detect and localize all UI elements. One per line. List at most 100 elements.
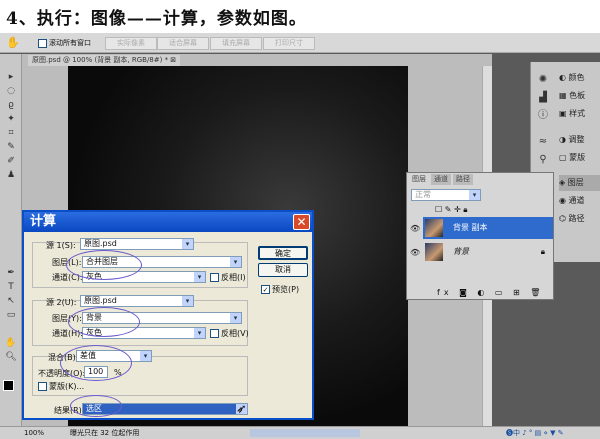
dock-layers[interactable]: ◈ 图层 — [559, 175, 600, 191]
source2-channel-select[interactable]: 灰色 ▾ — [82, 327, 206, 339]
scroll-all-windows-label: 滚动所有窗口 — [49, 39, 91, 47]
chevron-down-icon: ▾ — [182, 296, 193, 306]
dock-color[interactable]: ◐ 颜色 — [559, 70, 600, 86]
channels-icon: ◉ — [559, 196, 569, 205]
source1-label: 源 1(S): — [46, 241, 76, 250]
ok-button[interactable]: 确定 — [258, 246, 308, 260]
lock-icons[interactable]: ☐ ✎ ✛ 🔒︎ — [435, 205, 467, 215]
adjustments-icon: ◑ — [559, 135, 569, 144]
masks-icon: ▢ — [559, 153, 570, 162]
pen-tool-icon[interactable]: ✒ — [5, 268, 17, 278]
opacity-input[interactable]: 100 — [84, 366, 108, 378]
mask-label: 蒙版(K)... — [49, 382, 85, 391]
brush-tool-icon[interactable]: ✐ — [5, 156, 17, 166]
source2-file-select[interactable]: 原图.psd ▾ — [80, 295, 194, 307]
type-tool-icon[interactable]: T — [5, 282, 17, 292]
dock-channels[interactable]: ◉ 通道 — [559, 193, 600, 209]
blending-mode-select[interactable]: 差值 ▾ — [76, 350, 152, 362]
shape-tool-icon[interactable]: ▭ — [5, 310, 17, 320]
tab-layers[interactable]: 图层 — [409, 174, 429, 185]
stamp-tool-icon[interactable]: ♟ — [5, 170, 17, 180]
styles-icon: ▣ — [559, 109, 570, 118]
dock-swatches[interactable]: ▦ 色板 — [559, 88, 600, 104]
calculations-dialog: 计算 ✕ 源 1(S): 原图.psd ▾ 图层(L): 合并图层 ▾ 通道(C):… — [22, 210, 314, 420]
result-select[interactable]: 选区 ▾ — [82, 403, 248, 415]
tutorial-heading: 4、执行：图像——计算，参数如图。 — [6, 9, 307, 29]
fill-screen-button[interactable]: 填充屏幕 — [210, 37, 262, 50]
source1-channel-label: 通道(C): — [52, 273, 83, 282]
layer-row-background[interactable]: 背景 🔒︎ — [423, 241, 553, 263]
source1-invert-checkbox[interactable] — [210, 273, 219, 282]
info-icon[interactable]: ⓘ — [537, 110, 549, 122]
actual-pixels-button[interactable]: 实际像素 — [105, 37, 157, 50]
chevron-down-icon: ▾ — [230, 257, 241, 267]
source2-invert-checkbox[interactable] — [210, 329, 219, 338]
path-select-tool-icon[interactable]: ↖ — [5, 296, 17, 306]
tab-channels[interactable]: 通道 — [431, 174, 451, 185]
preview-checkbox[interactable]: ✓ — [261, 285, 270, 294]
lock-icon: 🔒︎ — [540, 247, 545, 256]
navigator-icon[interactable]: ✺ — [537, 74, 549, 86]
move-tool-icon[interactable]: ▸ — [5, 72, 17, 82]
dock-masks[interactable]: ▢ 蒙版 — [559, 150, 600, 166]
eyedropper-tool-icon[interactable]: ✎ — [5, 142, 17, 152]
layers-icon: ◈ — [559, 178, 568, 187]
status-bar: 100% 曝光只在 32 位起作用 🅢中 ♪ ° ▤ ⋄ ▼ ✎ — [0, 426, 600, 439]
mask-checkbox[interactable] — [38, 382, 47, 391]
source2-label: 源 2(U): — [46, 298, 77, 307]
status-message: 曝光只在 32 位起作用 — [70, 429, 140, 437]
clone-source-icon[interactable]: ⚲ — [537, 154, 549, 166]
cancel-button[interactable]: 取消 — [258, 263, 308, 277]
fit-screen-button[interactable]: 适合屏幕 — [157, 37, 209, 50]
blend-mode-select[interactable]: 正常 ▾ — [411, 189, 481, 201]
zoom-tool-icon[interactable]: 🔍︎ — [5, 352, 17, 362]
hand-tool-icon[interactable]: ✋ — [6, 36, 20, 49]
marquee-tool-icon[interactable]: ◌ — [5, 86, 17, 96]
close-icon[interactable]: ✕ — [293, 214, 310, 230]
crop-tool-icon[interactable]: ⌗ — [5, 128, 17, 138]
source2-layer-label: 图层(Y): — [52, 314, 82, 323]
system-tray-icons: 🅢中 ♪ ° ▤ ⋄ ▼ ✎ — [506, 429, 564, 437]
layers-panel: 图层 通道 路径 正常 ▾ ☐ ✎ ✛ 🔒︎ 背景 副本 👁︎ 背景 🔒︎ 👁︎ f… — [406, 172, 554, 300]
lasso-tool-icon[interactable]: ϱ — [5, 100, 17, 110]
source1-channel-select[interactable]: 灰色 ▾ — [82, 271, 206, 283]
source2-invert-label: 反相(V) — [221, 329, 249, 338]
source1-layer-label: 图层(L): — [52, 258, 82, 267]
source2-channel-label: 通道(H): — [52, 329, 83, 338]
tab-paths[interactable]: 路径 — [453, 174, 473, 185]
magic-wand-tool-icon[interactable]: ✦ — [5, 114, 17, 124]
horizontal-scrollbar[interactable] — [250, 429, 360, 437]
layer-row-background-copy[interactable]: 背景 副本 — [423, 217, 553, 239]
tools-panel: ▸ ◌ ϱ ✦ ⌗ ✎ ✐ ♟ ✒ T ↖ ▭ ✋ 🔍︎ — [0, 54, 22, 426]
blending-label: 混合(B): — [48, 353, 79, 362]
print-size-button[interactable]: 打印尺寸 — [263, 37, 315, 50]
source2-layer-select[interactable]: 背景 ▾ — [82, 312, 242, 324]
histogram-icon[interactable]: ▟ — [537, 92, 549, 104]
chevron-down-icon: ▾ — [140, 351, 151, 361]
hand-tool-icon[interactable]: ✋ — [5, 338, 17, 348]
swatches-icon: ▦ — [559, 91, 570, 100]
dock-styles[interactable]: ▣ 样式 — [559, 106, 600, 122]
chevron-down-icon: ▾ — [182, 239, 193, 249]
source1-layer-select[interactable]: 合并图层 ▾ — [82, 256, 242, 268]
color-icon: ◐ — [559, 73, 569, 82]
visibility-eye-icon[interactable]: 👁︎ — [410, 224, 420, 233]
foreground-color-swatch[interactable] — [3, 380, 14, 391]
scroll-all-windows-checkbox[interactable] — [38, 39, 47, 48]
dock-paths[interactable]: ⌬ 路径 — [559, 211, 600, 227]
source1-invert-label: 反相(I) — [221, 273, 246, 282]
options-bar: ✋ 滚动所有窗口 实际像素 适合屏幕 填充屏幕 打印尺寸 — [0, 33, 600, 53]
layer-panel-footer-icons[interactable]: fx ◙ ◐ ▭ ⊞ 🗑︎ — [437, 288, 544, 297]
dock-adjustments[interactable]: ◑ 调整 — [559, 132, 600, 148]
zoom-level[interactable]: 100% — [24, 427, 44, 439]
preview-label: 预览(P) — [272, 285, 300, 294]
dialog-title: 计算 — [24, 212, 312, 232]
visibility-eye-icon[interactable]: 👁︎ — [410, 248, 420, 257]
document-tab[interactable]: 原图.psd @ 100% (背景 副本, RGB/8#) * ⊠ — [28, 55, 181, 66]
source1-file-select[interactable]: 原图.psd ▾ — [80, 238, 194, 250]
chevron-down-icon: ▾ — [230, 313, 241, 323]
layer-thumbnail — [425, 243, 443, 261]
brushes-icon[interactable]: ≈ — [537, 136, 549, 148]
opacity-label: 不透明度(O): — [38, 369, 86, 378]
chevron-down-icon: ▾ — [469, 190, 480, 200]
